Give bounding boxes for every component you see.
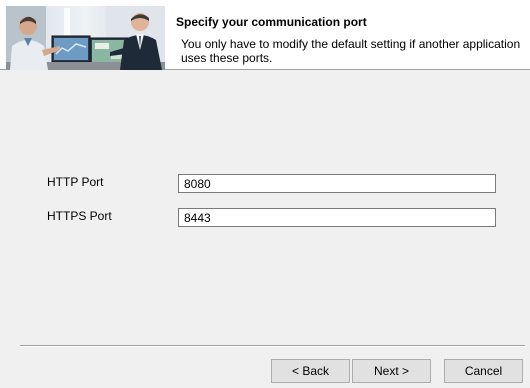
page-description: You only have to modify the default sett… — [181, 37, 521, 65]
http-port-input[interactable] — [178, 174, 496, 193]
wizard-header: Specify your communication port You only… — [0, 0, 530, 70]
https-port-input[interactable] — [178, 208, 496, 227]
http-port-label: HTTP Port — [47, 175, 104, 189]
next-button[interactable]: Next > — [352, 359, 431, 383]
footer-separator — [20, 345, 525, 347]
office-workers-photo-icon — [6, 6, 165, 70]
page-title: Specify your communication port — [176, 15, 367, 29]
cancel-button[interactable]: Cancel — [444, 359, 523, 383]
back-button[interactable]: < Back — [271, 359, 350, 383]
banner-image — [6, 6, 165, 70]
https-port-label: HTTPS Port — [47, 209, 112, 223]
